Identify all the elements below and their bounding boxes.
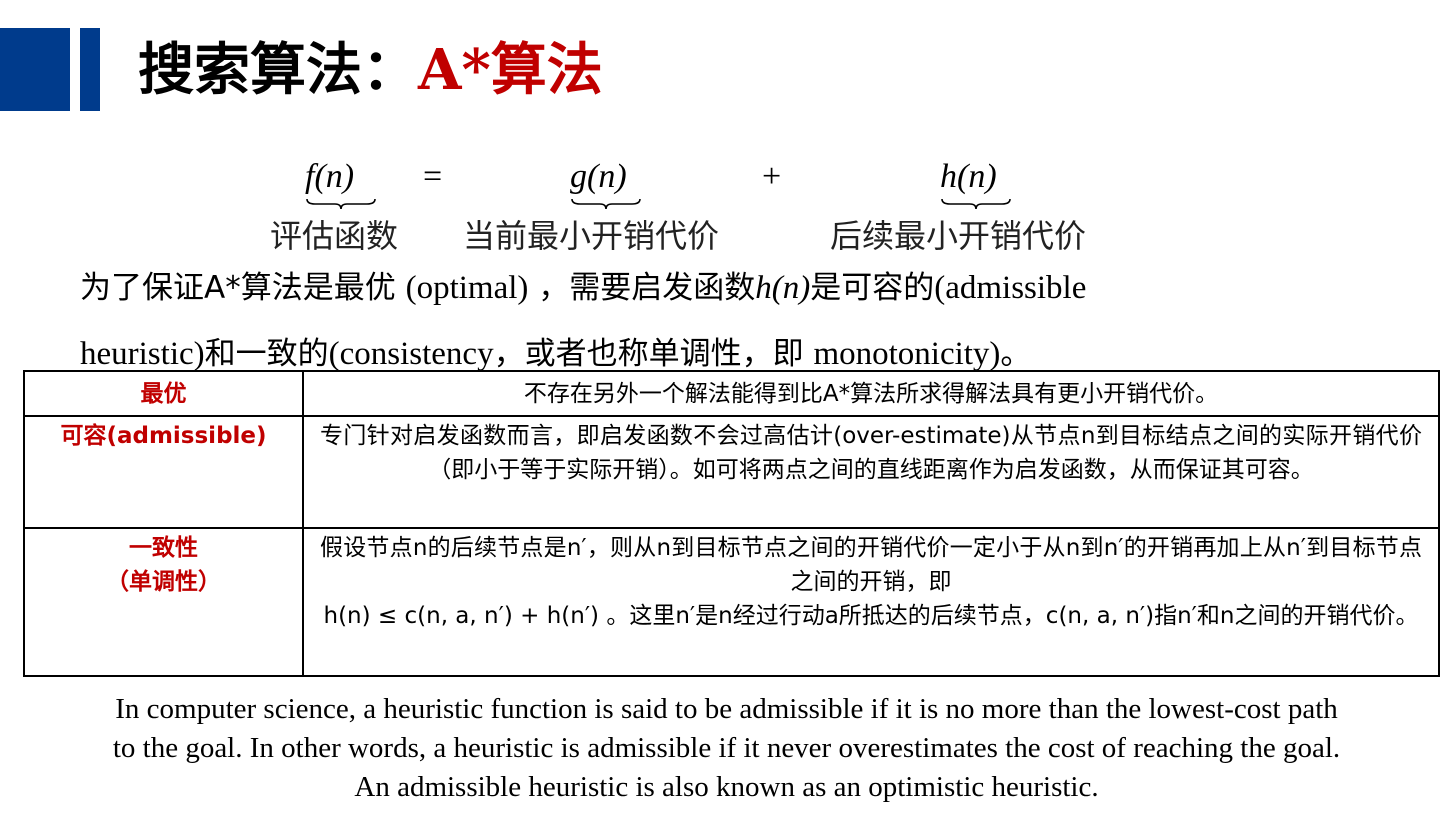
intro-text: (consistency [328, 336, 494, 372]
formula-term1-label: 当前最小开销代价 [463, 217, 720, 255]
accent-block [0, 28, 70, 111]
definition-optimal: 不存在另外一个解法能得到比A*算法所求得解法具有更小开销代价。 [302, 370, 1440, 417]
term-consistency: 一致性 （单调性） [23, 527, 304, 677]
table-row: 一致性 （单调性） 假设节点n的后续节点是n′，则从n到目标节点之间的开销代价一… [23, 527, 1440, 677]
intro-text: 和一致的 [204, 336, 329, 372]
intro-math: h(n) [755, 270, 811, 306]
formula-term2-label: 后续最小开销代价 [830, 217, 1087, 255]
intro-text: ，或者也称单调性，即 [493, 336, 804, 372]
intro-text: 。 [1000, 336, 1032, 372]
formula-term1: g(n) [570, 158, 627, 195]
term-admissible: 可容(admissible) [23, 415, 304, 529]
definition-admissible: 专门针对启发函数而言，即启发函数不会过高估计(over-estimate)从节点… [302, 415, 1440, 529]
term-optimal: 最优 [23, 370, 304, 417]
formula-plus: + [762, 158, 782, 195]
definition-consistency-part2: h(n) ≤ c(n, a, n′) + h(n′) 。这里n′是n经过行动a所… [323, 603, 1419, 629]
underbrace-term2 [941, 198, 1011, 210]
formula-lhs-label: 评估函数 [270, 217, 399, 255]
title-prefix: 搜索算法： [138, 38, 418, 103]
footer-line: In computer science, a heuristic functio… [115, 693, 1338, 725]
intro-text: monotonicity) [813, 336, 1001, 372]
footer-line: to the goal. In other words, a heuristic… [112, 732, 1341, 764]
term-consistency-label: 一致性 [129, 535, 198, 561]
intro-text: (optimal) [405, 270, 529, 306]
formula-lhs: f(n) [305, 158, 355, 195]
intro-text: ，需要启发函数 [538, 270, 756, 306]
intro-text: (admissible [934, 270, 1087, 306]
intro-text: heuristic) [80, 336, 205, 372]
intro-line-1: 为了保证A*算法是最优 (optimal) ，需要启发函数h(n)是可容的(ad… [80, 262, 1420, 307]
properties-table: 最优 不存在另外一个解法能得到比A*算法所求得解法具有更小开销代价。 可容(ad… [23, 370, 1440, 677]
underbrace-term1 [571, 198, 641, 210]
footer-line: An admissible heuristic is also known as… [354, 771, 1099, 803]
definition-consistency: 假设节点n的后续节点是n′，则从n到目标节点之间的开销代价一定小于从n到n′的开… [302, 527, 1440, 677]
underbrace-lhs [306, 198, 376, 210]
title-highlight: A*算法 [418, 37, 603, 103]
definition-consistency-part1: 假设节点n的后续节点是n′，则从n到目标节点之间的开销代价一定小于从n到n′的开… [320, 535, 1422, 595]
table-row: 最优 不存在另外一个解法能得到比A*算法所求得解法具有更小开销代价。 [23, 370, 1440, 417]
intro-line-2: heuristic)和一致的(consistency，或者也称单调性，即 mon… [80, 328, 1420, 373]
intro-text: 为了保证A*算法是最优 [80, 270, 396, 306]
formula-term2: h(n) [940, 158, 997, 195]
formula-equals: = [423, 158, 443, 195]
intro-text: 是可容的 [810, 270, 935, 306]
table-row: 可容(admissible) 专门针对启发函数而言，即启发函数不会过高估计(ov… [23, 415, 1440, 529]
footer-quote: In computer science, a heuristic functio… [20, 690, 1433, 807]
accent-bar [80, 28, 100, 111]
page-title: 搜索算法：A*算法 [138, 30, 603, 110]
term-monotonicity-label: （单调性） [106, 569, 221, 595]
